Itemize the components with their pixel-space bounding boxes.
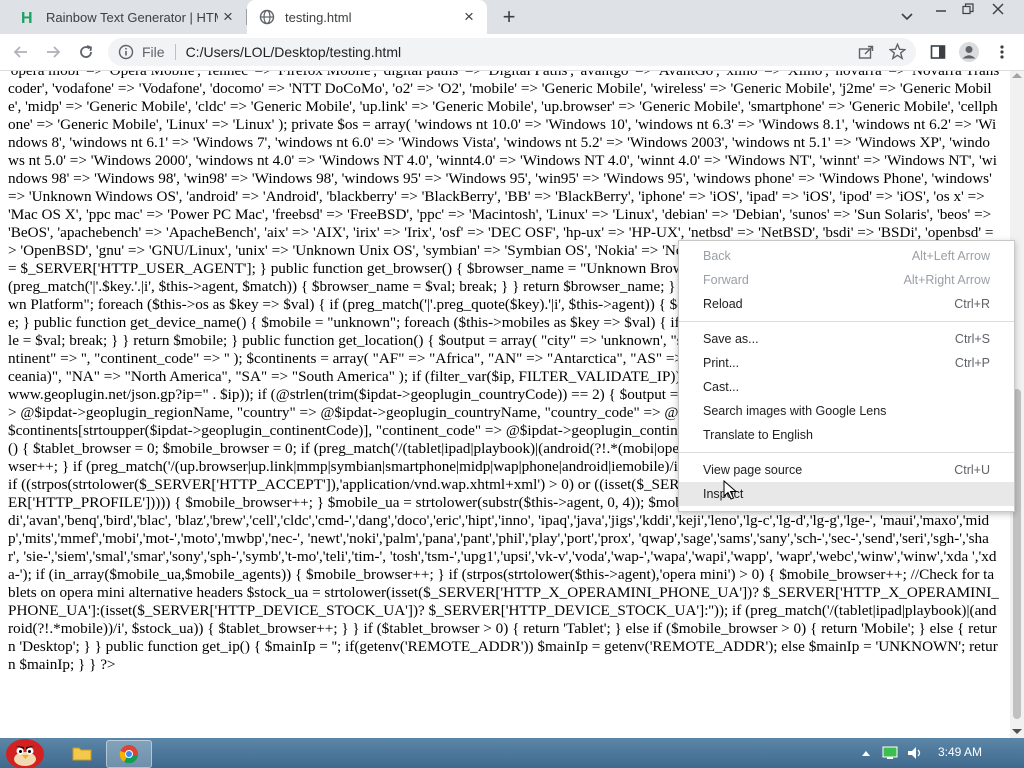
windows-taskbar: 3:49 AM [0, 738, 1024, 768]
menu-item-shortcut: Ctrl+P [954, 356, 990, 370]
forward-arrow-icon[interactable] [39, 38, 67, 66]
close-window-icon[interactable] [985, 0, 1011, 18]
scroll-down-arrow-icon[interactable] [1012, 729, 1022, 734]
scroll-up-arrow-icon[interactable] [1012, 73, 1022, 78]
svg-text:H: H [21, 10, 33, 25]
start-button-angry-bird-icon[interactable] [2, 732, 48, 768]
omnibox-divider [174, 44, 176, 60]
menu-separator [679, 452, 1014, 453]
menu-item-label: Back [703, 249, 731, 263]
tab-rainbow-text-generator[interactable]: H Rainbow Text Generator | HTML × [8, 0, 246, 34]
menu-item-cast[interactable]: Cast... [679, 375, 1014, 399]
menu-item-back[interactable]: Back Alt+Left Arrow [679, 244, 1014, 268]
menu-item-google-lens[interactable]: Search images with Google Lens [679, 399, 1014, 423]
speaker-volume-icon[interactable] [905, 740, 925, 766]
tab-search-chevron-icon[interactable] [897, 7, 917, 27]
kebab-menu-icon[interactable] [988, 38, 1016, 66]
menu-item-forward[interactable]: Forward Alt+Right Arrow [679, 268, 1014, 292]
back-arrow-icon[interactable] [7, 38, 35, 66]
tab-title: Rainbow Text Generator | HTML [46, 9, 218, 25]
taskbar-clock[interactable]: 3:49 AM [938, 745, 982, 759]
side-panel-icon[interactable] [924, 38, 952, 66]
menu-item-label: Save as... [703, 332, 759, 346]
close-tab-icon[interactable]: × [218, 7, 238, 27]
menu-item-label: Translate to English [703, 428, 814, 442]
bookmark-star-icon[interactable] [888, 42, 907, 63]
context-menu: Back Alt+Left Arrow Forward Alt+Right Ar… [678, 240, 1015, 512]
h-favicon-icon: H [20, 9, 36, 25]
tab-testing-html[interactable]: testing.html × [247, 0, 487, 34]
globe-icon [259, 9, 275, 25]
menu-item-shortcut: Ctrl+U [954, 463, 990, 477]
menu-item-label: View page source [703, 463, 803, 477]
menu-item-label: Reload [703, 297, 743, 311]
file-explorer-folder-icon[interactable] [70, 740, 94, 766]
tray-chevron-up-icon[interactable] [858, 740, 874, 766]
menu-item-shortcut: Alt+Left Arrow [911, 249, 990, 263]
file-scheme-label: File [142, 44, 165, 60]
minimize-icon[interactable] [928, 0, 954, 18]
menu-item-save-as[interactable]: Save as... Ctrl+S [679, 327, 1014, 351]
menu-item-view-source[interactable]: View page source Ctrl+U [679, 458, 1014, 482]
url-text[interactable]: C:/Users/LOL/Desktop/testing.html [186, 44, 402, 60]
mouse-pointer-icon [723, 479, 739, 500]
menu-item-label: Print... [703, 356, 740, 370]
browser-toolbar: File C:/Users/LOL/Desktop/testing.html [0, 34, 1024, 71]
menu-item-label: Forward [703, 273, 749, 287]
restore-icon[interactable] [955, 0, 981, 18]
menu-separator [679, 321, 1014, 322]
menu-item-label: Search images with Google Lens [703, 404, 887, 418]
menu-item-shortcut: Alt+Right Arrow [903, 273, 991, 287]
menu-item-label: Cast... [703, 380, 740, 394]
info-icon[interactable] [118, 44, 134, 60]
reload-icon[interactable] [72, 38, 100, 66]
profile-avatar-icon[interactable] [955, 38, 983, 66]
network-monitor-icon[interactable] [880, 740, 900, 766]
close-tab-icon[interactable]: × [459, 7, 479, 27]
menu-item-reload[interactable]: Reload Ctrl+R [679, 292, 1014, 316]
new-tab-plus-icon[interactable]: + [497, 4, 521, 29]
address-bar[interactable]: File C:/Users/LOL/Desktop/testing.html [108, 38, 916, 66]
chrome-taskbar-icon[interactable] [106, 740, 152, 768]
menu-item-shortcut: Ctrl+R [954, 297, 990, 311]
menu-item-translate[interactable]: Translate to English [679, 423, 1014, 447]
tab-title: testing.html [285, 9, 352, 25]
share-icon[interactable] [858, 44, 874, 63]
menu-item-print[interactable]: Print... Ctrl+P [679, 351, 1014, 375]
menu-item-shortcut: Ctrl+S [954, 332, 990, 346]
tab-strip: H Rainbow Text Generator | HTML × testin… [0, 0, 1024, 34]
